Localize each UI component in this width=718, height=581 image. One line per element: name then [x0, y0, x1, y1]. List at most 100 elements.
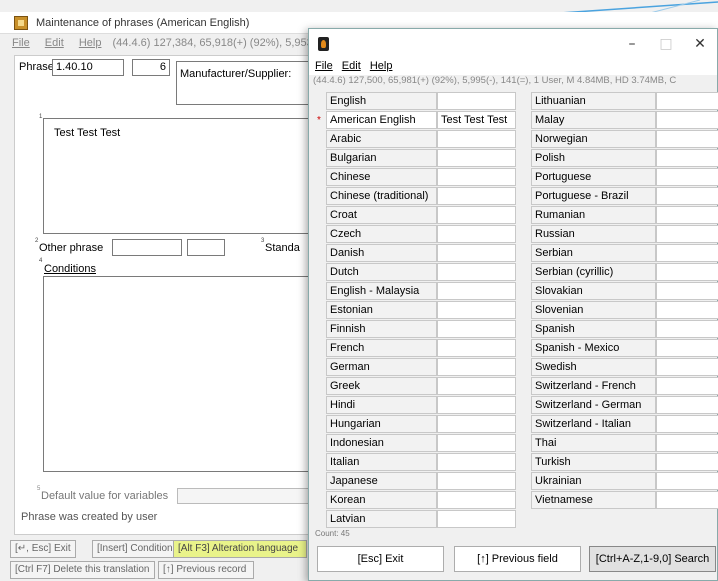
- translation-cell[interactable]: [656, 244, 718, 262]
- language-row[interactable]: German: [313, 358, 518, 377]
- language-row[interactable]: Russian: [520, 225, 718, 244]
- translation-cell[interactable]: [656, 206, 718, 224]
- language-row[interactable]: Korean: [313, 491, 518, 510]
- translation-cell[interactable]: Test Test Test: [437, 111, 516, 129]
- phrase-text-area[interactable]: Test Test Test: [43, 118, 333, 234]
- translation-cell[interactable]: [437, 339, 516, 357]
- translation-cell[interactable]: [437, 453, 516, 471]
- translation-cell[interactable]: [437, 206, 516, 224]
- minimize-button[interactable]: –: [615, 34, 649, 54]
- language-row[interactable]: Indonesian: [313, 434, 518, 453]
- language-row[interactable]: Ukrainian: [520, 472, 718, 491]
- translation-cell[interactable]: [437, 358, 516, 376]
- language-row[interactable]: Greek: [313, 377, 518, 396]
- translation-cell[interactable]: [437, 510, 516, 528]
- translation-cell[interactable]: [656, 111, 718, 129]
- exit-key-button[interactable]: [↵, Esc] Exit: [10, 540, 76, 558]
- translation-cell[interactable]: [656, 377, 718, 395]
- translation-cell[interactable]: [437, 187, 516, 205]
- language-row[interactable]: Japanese: [313, 472, 518, 491]
- dialog-menu-file[interactable]: File: [315, 60, 333, 72]
- translation-cell[interactable]: [437, 225, 516, 243]
- language-row[interactable]: Lithuanian: [520, 92, 718, 111]
- language-row[interactable]: Hungarian: [313, 415, 518, 434]
- translation-cell[interactable]: [656, 320, 718, 338]
- other-phrase-number-input[interactable]: [187, 239, 225, 256]
- translation-cell[interactable]: [656, 187, 718, 205]
- other-phrase-input[interactable]: [112, 239, 182, 256]
- language-row[interactable]: Switzerland - German: [520, 396, 718, 415]
- language-row[interactable]: Vietnamese: [520, 491, 718, 510]
- language-row[interactable]: Norwegian: [520, 130, 718, 149]
- language-row[interactable]: French: [313, 339, 518, 358]
- translation-cell[interactable]: [437, 282, 516, 300]
- translation-cell[interactable]: [656, 491, 718, 509]
- exit-button[interactable]: [Esc] Exit: [317, 546, 444, 572]
- language-row[interactable]: Polish: [520, 149, 718, 168]
- dialog-titlebar[interactable]: – □ ✕: [309, 29, 717, 59]
- search-button[interactable]: [Ctrl+A-Z,1-9,0] Search: [589, 546, 716, 572]
- translation-cell[interactable]: [656, 301, 718, 319]
- manufacturer-field[interactable]: Manufacturer/Supplier:: [176, 61, 326, 105]
- translation-cell[interactable]: [437, 301, 516, 319]
- language-row[interactable]: Serbian: [520, 244, 718, 263]
- close-button[interactable]: ✕: [683, 34, 717, 54]
- language-row[interactable]: Chinese: [313, 168, 518, 187]
- translation-cell[interactable]: [656, 168, 718, 186]
- language-row[interactable]: Slovenian: [520, 301, 718, 320]
- translation-cell[interactable]: [437, 396, 516, 414]
- translation-cell[interactable]: [656, 339, 718, 357]
- language-row[interactable]: English: [313, 92, 518, 111]
- translation-cell[interactable]: [656, 358, 718, 376]
- translation-cell[interactable]: [437, 168, 516, 186]
- language-row[interactable]: Rumanian: [520, 206, 718, 225]
- language-row[interactable]: Slovakian: [520, 282, 718, 301]
- alteration-language-key-button[interactable]: [Alt F3] Alteration language: [173, 540, 307, 558]
- language-row[interactable]: Malay: [520, 111, 718, 130]
- translation-cell[interactable]: [437, 434, 516, 452]
- language-row[interactable]: Arabic: [313, 130, 518, 149]
- conditions-link[interactable]: Conditions: [44, 263, 96, 275]
- previous-record-key-button[interactable]: [↑] Previous record: [158, 561, 254, 579]
- translation-cell[interactable]: [437, 244, 516, 262]
- language-row[interactable]: Latvian: [313, 510, 518, 529]
- language-row[interactable]: Danish: [313, 244, 518, 263]
- language-row[interactable]: Finnish: [313, 320, 518, 339]
- translation-cell[interactable]: [437, 92, 516, 110]
- language-row[interactable]: Switzerland - Italian: [520, 415, 718, 434]
- translation-cell[interactable]: [437, 130, 516, 148]
- dialog-menu-help[interactable]: Help: [370, 60, 393, 72]
- language-row[interactable]: Serbian (cyrillic): [520, 263, 718, 282]
- language-row[interactable]: Italian: [313, 453, 518, 472]
- language-row[interactable]: Estonian: [313, 301, 518, 320]
- translation-cell[interactable]: [656, 472, 718, 490]
- language-row[interactable]: Turkish: [520, 453, 718, 472]
- translation-cell[interactable]: [656, 92, 718, 110]
- language-row[interactable]: Portuguese: [520, 168, 718, 187]
- dialog-menu-edit[interactable]: Edit: [342, 60, 361, 72]
- language-row[interactable]: Croat: [313, 206, 518, 225]
- menu-edit[interactable]: Edit: [45, 37, 64, 49]
- insert-conditions-key-button[interactable]: [Insert] Conditions: [92, 540, 183, 558]
- delete-translation-key-button[interactable]: [Ctrl F7] Delete this translation: [10, 561, 155, 579]
- translation-cell[interactable]: [437, 263, 516, 281]
- language-row[interactable]: Czech: [313, 225, 518, 244]
- language-row[interactable]: Chinese (traditional): [313, 187, 518, 206]
- translation-cell[interactable]: [656, 396, 718, 414]
- translation-cell[interactable]: [656, 149, 718, 167]
- previous-field-button[interactable]: [↑] Previous field: [454, 546, 581, 572]
- translation-cell[interactable]: [437, 472, 516, 490]
- language-row[interactable]: Dutch: [313, 263, 518, 282]
- language-row[interactable]: * American English Test Test Test: [313, 111, 518, 130]
- menu-file[interactable]: File: [12, 37, 30, 49]
- language-row[interactable]: Spanish: [520, 320, 718, 339]
- language-row[interactable]: Switzerland - French: [520, 377, 718, 396]
- translation-cell[interactable]: [656, 130, 718, 148]
- translation-cell[interactable]: [656, 415, 718, 433]
- language-row[interactable]: Swedish: [520, 358, 718, 377]
- conditions-area[interactable]: [43, 276, 333, 472]
- phrase-number-input[interactable]: 6: [132, 59, 170, 76]
- language-row[interactable]: Hindi: [313, 396, 518, 415]
- menu-help[interactable]: Help: [79, 37, 102, 49]
- translation-cell[interactable]: [437, 377, 516, 395]
